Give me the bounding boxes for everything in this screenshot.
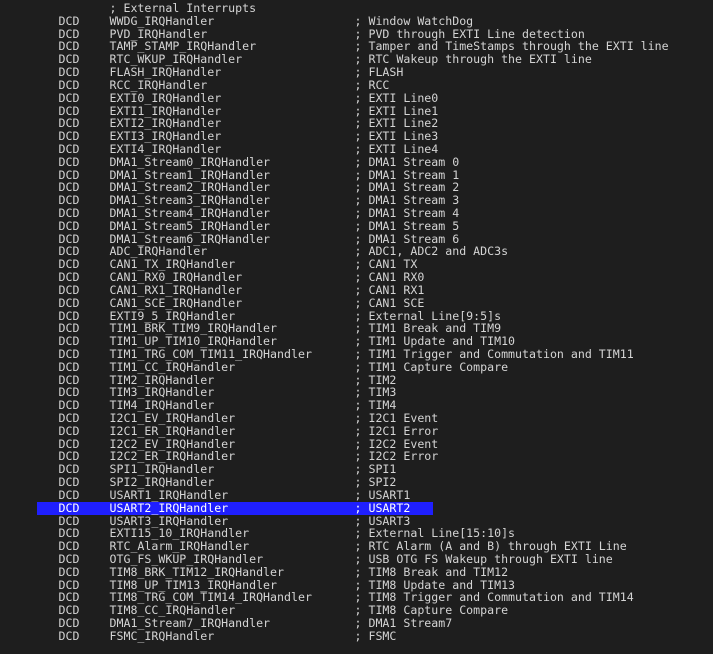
line-comment: ; EXTI Line0 <box>354 90 439 105</box>
directive-token: DCD <box>58 77 80 92</box>
line-comment: ; DMA1 Stream 5 <box>354 218 460 233</box>
directive-token: DCD <box>58 475 80 490</box>
handler-symbol: CAN1_SCE_IRQHandler <box>109 295 243 310</box>
line-comment: ; I2C1 Error <box>354 423 439 438</box>
directive-token: DCD <box>58 295 80 310</box>
handler-symbol: TIM8_BRK_TIM12_IRQHandler <box>109 564 285 579</box>
line-comment: ; Window WatchDog <box>354 13 474 28</box>
directive-token: DCD <box>58 346 80 361</box>
code-line[interactable]: DCD CAN1_RX0_IRQHandler ; CAN1 RX0 <box>0 271 713 284</box>
code-line[interactable]: DCD TIM1_TRG_COM_TIM11_IRQHandler ; TIM1 T… <box>0 348 713 361</box>
code-line[interactable]: DCD CAN1_SCE_IRQHandler ; CAN1 SCE <box>0 295 713 310</box>
code-line[interactable]: ; External Interrupts <box>0 2 713 15</box>
line-comment: ; I2C1 Event <box>354 411 439 425</box>
directive-token: DCD <box>58 500 80 515</box>
code-line[interactable]: DCD OTG_FS_WKUP_IRQHandler ; USB OTG FS Wa… <box>0 553 713 566</box>
directive-token: DCD <box>58 90 80 105</box>
line-comment: ; EXTI Line4 <box>354 141 439 156</box>
handler-symbol: DMA1_Stream4_IRQHandler <box>109 206 271 220</box>
handler-symbol: I2C1_EV_IRQHandler <box>109 411 236 425</box>
line-comment: ; TIM8 Break and TIM12 <box>354 564 509 579</box>
code-line[interactable]: DCD DMA1_Stream7_IRQHandler ; DMA1 Stream7 <box>0 617 713 630</box>
code-line[interactable]: DCD CAN1_RX1_IRQHandler ; CAN1 RX1 <box>0 284 713 297</box>
code-line[interactable]: DCD EXTI0_IRQHandler ; EXTI Line0 <box>0 90 713 105</box>
line-comment: ; DMA1 Stream7 <box>354 616 453 630</box>
directive-token: DCD <box>58 423 80 438</box>
directive-token: DCD <box>58 551 80 566</box>
code-line[interactable]: DCD I2C1_EV_IRQHandler ; I2C1 Event <box>0 412 713 425</box>
code-line[interactable]: DCD WWDG_IRQHandler ; Window WatchDog <box>0 13 713 28</box>
handler-symbol: FSMC_IRQHandler <box>109 628 215 643</box>
code-line[interactable]: DCD USART2_IRQHandler ; USART2 <box>0 500 713 515</box>
line-comment: ; USART2 <box>354 500 411 515</box>
line-comment: ; DMA1 Stream 0 <box>354 154 460 169</box>
handler-symbol: WWDG_IRQHandler <box>109 13 215 28</box>
code-line[interactable]: DCD RCC_IRQHandler ; RCC <box>0 79 713 92</box>
handler-symbol: DMA1_Stream7_IRQHandler <box>109 616 271 630</box>
line-comment: ; USB OTG FS Wakeup through EXTI line <box>354 551 613 566</box>
line-comment: ; TIM1 Trigger and Commutation and TIM11 <box>354 346 634 361</box>
directive-token: DCD <box>58 141 80 156</box>
code-line[interactable]: DCD TIM1_CC_IRQHandler ; TIM1 Capture Comp… <box>0 359 713 374</box>
code-line[interactable]: DCD DMA1_Stream4_IRQHandler ; DMA1 Stream … <box>0 207 713 220</box>
line-comment: ; RCC <box>354 77 390 92</box>
handler-symbol: I2C1_ER_IRQHandler <box>109 423 236 438</box>
handler-symbol: DMA1_Stream5_IRQHandler <box>109 218 271 233</box>
handler-symbol: CAN1_RX0_IRQHandler <box>109 270 243 285</box>
code-lines-container[interactable]: ; External Interrupts DCD WWDG_IRQHandler;… <box>0 2 713 643</box>
line-comment: ; CAN1 SCE <box>354 295 425 310</box>
directive-token: DCD <box>58 65 80 80</box>
code-line[interactable]: DCD USART1_IRQHandler ; USART1 <box>0 489 713 502</box>
directive-token: DCD <box>58 359 80 374</box>
line-comment: ; TIM1 Capture Compare <box>354 359 509 374</box>
code-line[interactable]: DCD FSMC_IRQHandler ; FSMC <box>0 628 713 643</box>
code-editor-pane[interactable]: ; External Interrupts DCD WWDG_IRQHandler;… <box>0 0 713 654</box>
line-comment: ; CAN1 RX1 <box>354 282 425 297</box>
handler-symbol: TIM1_TRG_COM_TIM11_IRQHandler <box>109 346 312 361</box>
handler-symbol: EXTI0_IRQHandler <box>109 90 222 105</box>
directive-token: DCD <box>58 487 80 502</box>
directive-token: DCD <box>58 411 80 425</box>
handler-symbol: TIM1_CC_IRQHandler <box>109 359 236 374</box>
section-comment: ; External Interrupts <box>109 1 257 15</box>
code-line[interactable]: DCD EXTI4_IRQHandler ; EXTI Line4 <box>0 143 713 156</box>
directive-token: DCD <box>58 628 80 643</box>
code-line[interactable]: DCD DMA1_Stream5_IRQHandler ; DMA1 Stream … <box>0 218 713 233</box>
code-line[interactable]: DCD FLASH_IRQHandler ; FLASH <box>0 66 713 79</box>
line-comment: ; FLASH <box>354 65 404 80</box>
directive-token: DCD <box>58 154 80 169</box>
handler-symbol: FLASH_IRQHandler <box>109 65 222 80</box>
handler-symbol: EXTI4_IRQHandler <box>109 141 222 156</box>
handler-symbol: OTG_FS_WKUP_IRQHandler <box>109 551 264 566</box>
handler-symbol: SPI2_IRQHandler <box>109 475 215 490</box>
directive-token: DCD <box>58 564 80 579</box>
directive-token: DCD <box>58 218 80 233</box>
line-comment: ; CAN1 RX0 <box>354 270 425 285</box>
handler-symbol: RCC_IRQHandler <box>109 77 208 92</box>
directive-token: DCD <box>58 616 80 630</box>
directive-token: DCD <box>58 270 80 285</box>
handler-symbol: CAN1_RX1_IRQHandler <box>109 282 243 297</box>
code-line[interactable]: DCD DMA1_Stream0_IRQHandler ; DMA1 Stream … <box>0 154 713 169</box>
code-line[interactable]: DCD I2C1_ER_IRQHandler ; I2C1 Error <box>0 423 713 438</box>
code-line[interactable]: DCD TIM8_BRK_TIM12_IRQHandler ; TIM8 Break… <box>0 564 713 579</box>
handler-symbol: USART1_IRQHandler <box>109 487 229 502</box>
line-comment: ; FSMC <box>354 628 397 643</box>
handler-symbol: USART2_IRQHandler <box>109 500 229 515</box>
line-comment: ; DMA1 Stream 4 <box>354 206 460 220</box>
handler-symbol: DMA1_Stream0_IRQHandler <box>109 154 271 169</box>
directive-token: DCD <box>58 282 80 297</box>
directive-token: DCD <box>58 206 80 220</box>
line-comment: ; USART1 <box>354 487 411 502</box>
line-comment: ; SPI2 <box>354 475 397 490</box>
code-line[interactable]: DCD SPI2_IRQHandler ; SPI2 <box>0 476 713 489</box>
directive-token: DCD <box>58 13 80 28</box>
